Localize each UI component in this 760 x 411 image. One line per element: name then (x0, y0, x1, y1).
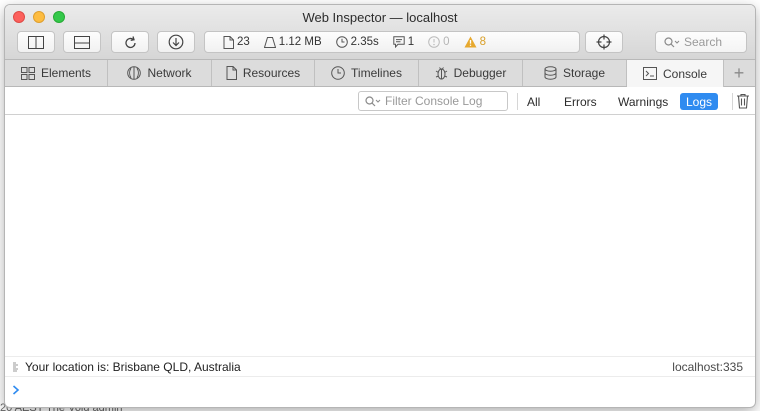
reload-button[interactable] (111, 31, 149, 53)
tab-timelines-label: Timelines (351, 66, 402, 80)
storage-icon (544, 66, 557, 80)
tab-bar: Elements Network Resources Timelines Deb… (5, 60, 755, 87)
network-icon (127, 66, 142, 80)
scope-warnings-button[interactable]: Warnings (612, 93, 674, 110)
dock-side-button[interactable] (17, 31, 55, 53)
sidebar-layout-icon (28, 35, 44, 49)
load-time-stat[interactable]: 2.35s (335, 36, 379, 48)
download-button[interactable] (157, 31, 195, 53)
tab-network-label: Network (147, 66, 192, 80)
weight-icon (263, 37, 276, 48)
load-time: 2.35s (350, 36, 379, 48)
message-icon (393, 36, 405, 48)
tab-console-label: Console (662, 66, 708, 81)
warning-count: 8 (479, 36, 486, 48)
tab-network[interactable]: Network (108, 60, 212, 86)
tab-elements-label: Elements (40, 66, 92, 80)
resources-icon (226, 66, 237, 80)
page-stats-bar: 23 1.12 MB 2.35s 1 0 8 (204, 31, 580, 53)
bottom-layout-icon (74, 35, 90, 49)
console-message-source-link[interactable]: localhost:335 (672, 360, 743, 374)
error-count-stat[interactable]: 0 (428, 36, 450, 48)
console-log-area (5, 116, 755, 356)
titlebar: Web Inspector — localhost 23 1.12 MB 2.3… (5, 5, 755, 60)
search-icon (365, 95, 381, 106)
crosshair-icon (596, 34, 612, 50)
document-icon (223, 35, 234, 49)
inspect-element-button[interactable] (585, 31, 623, 53)
error-count: 0 (443, 36, 450, 48)
chevron-right-icon (12, 385, 20, 395)
search-placeholder: Search (684, 35, 723, 49)
divider (517, 93, 518, 110)
debugger-icon (435, 67, 447, 80)
console-icon (642, 67, 657, 80)
error-icon (428, 36, 440, 48)
resource-size: 1.12 MB (278, 36, 322, 48)
dock-bottom-button[interactable] (63, 31, 101, 53)
tab-storage[interactable]: Storage (523, 60, 627, 86)
download-icon (168, 34, 184, 50)
web-inspector-window: Web Inspector — localhost 23 1.12 MB 2.3… (5, 5, 755, 407)
scope-logs-button[interactable]: Logs (680, 93, 719, 110)
console-prompt[interactable] (5, 378, 755, 402)
tab-resources-label: Resources (242, 66, 301, 80)
tab-storage-label: Storage (562, 66, 606, 80)
elements-icon (20, 66, 35, 80)
resource-count-stat[interactable]: 23 (223, 35, 250, 49)
warning-icon (464, 36, 477, 48)
tab-resources[interactable]: Resources (212, 60, 315, 86)
scope-all-button[interactable]: All (521, 93, 546, 110)
tab-timelines[interactable]: Timelines (315, 60, 419, 86)
search-field[interactable]: Search (655, 31, 747, 53)
plus-icon: + (733, 62, 745, 83)
filter-placeholder: Filter Console Log (385, 94, 483, 108)
new-tab-button[interactable]: + (724, 60, 754, 86)
log-count: 1 (407, 36, 415, 48)
window-title: Web Inspector — localhost (302, 10, 458, 25)
console-filter-bar: Filter Console Log All Errors Warnings L… (5, 87, 755, 115)
tab-debugger[interactable]: Debugger (419, 60, 523, 86)
scope-errors-button[interactable]: Errors (558, 93, 603, 110)
filter-console-input[interactable]: Filter Console Log (358, 91, 508, 111)
search-icon (664, 36, 680, 47)
console-message-text: Your location is: Brisbane QLD, Australi… (25, 359, 241, 374)
tab-console[interactable]: Console (627, 60, 724, 87)
log-message-icon (13, 362, 18, 371)
reload-icon (124, 35, 136, 48)
resource-count: 23 (237, 36, 250, 48)
warning-count-stat[interactable]: 8 (464, 36, 486, 48)
divider (732, 93, 733, 110)
trash-icon[interactable] (736, 93, 750, 109)
clock-icon (335, 36, 348, 48)
log-count-stat[interactable]: 1 (393, 36, 414, 48)
tab-debugger-label: Debugger (453, 66, 507, 80)
timelines-icon (331, 66, 345, 80)
resource-size-stat[interactable]: 1.12 MB (263, 36, 322, 48)
tab-elements[interactable]: Elements (5, 60, 108, 86)
console-message-row[interactable]: Your location is: Brisbane QLD, Australi… (5, 356, 755, 377)
